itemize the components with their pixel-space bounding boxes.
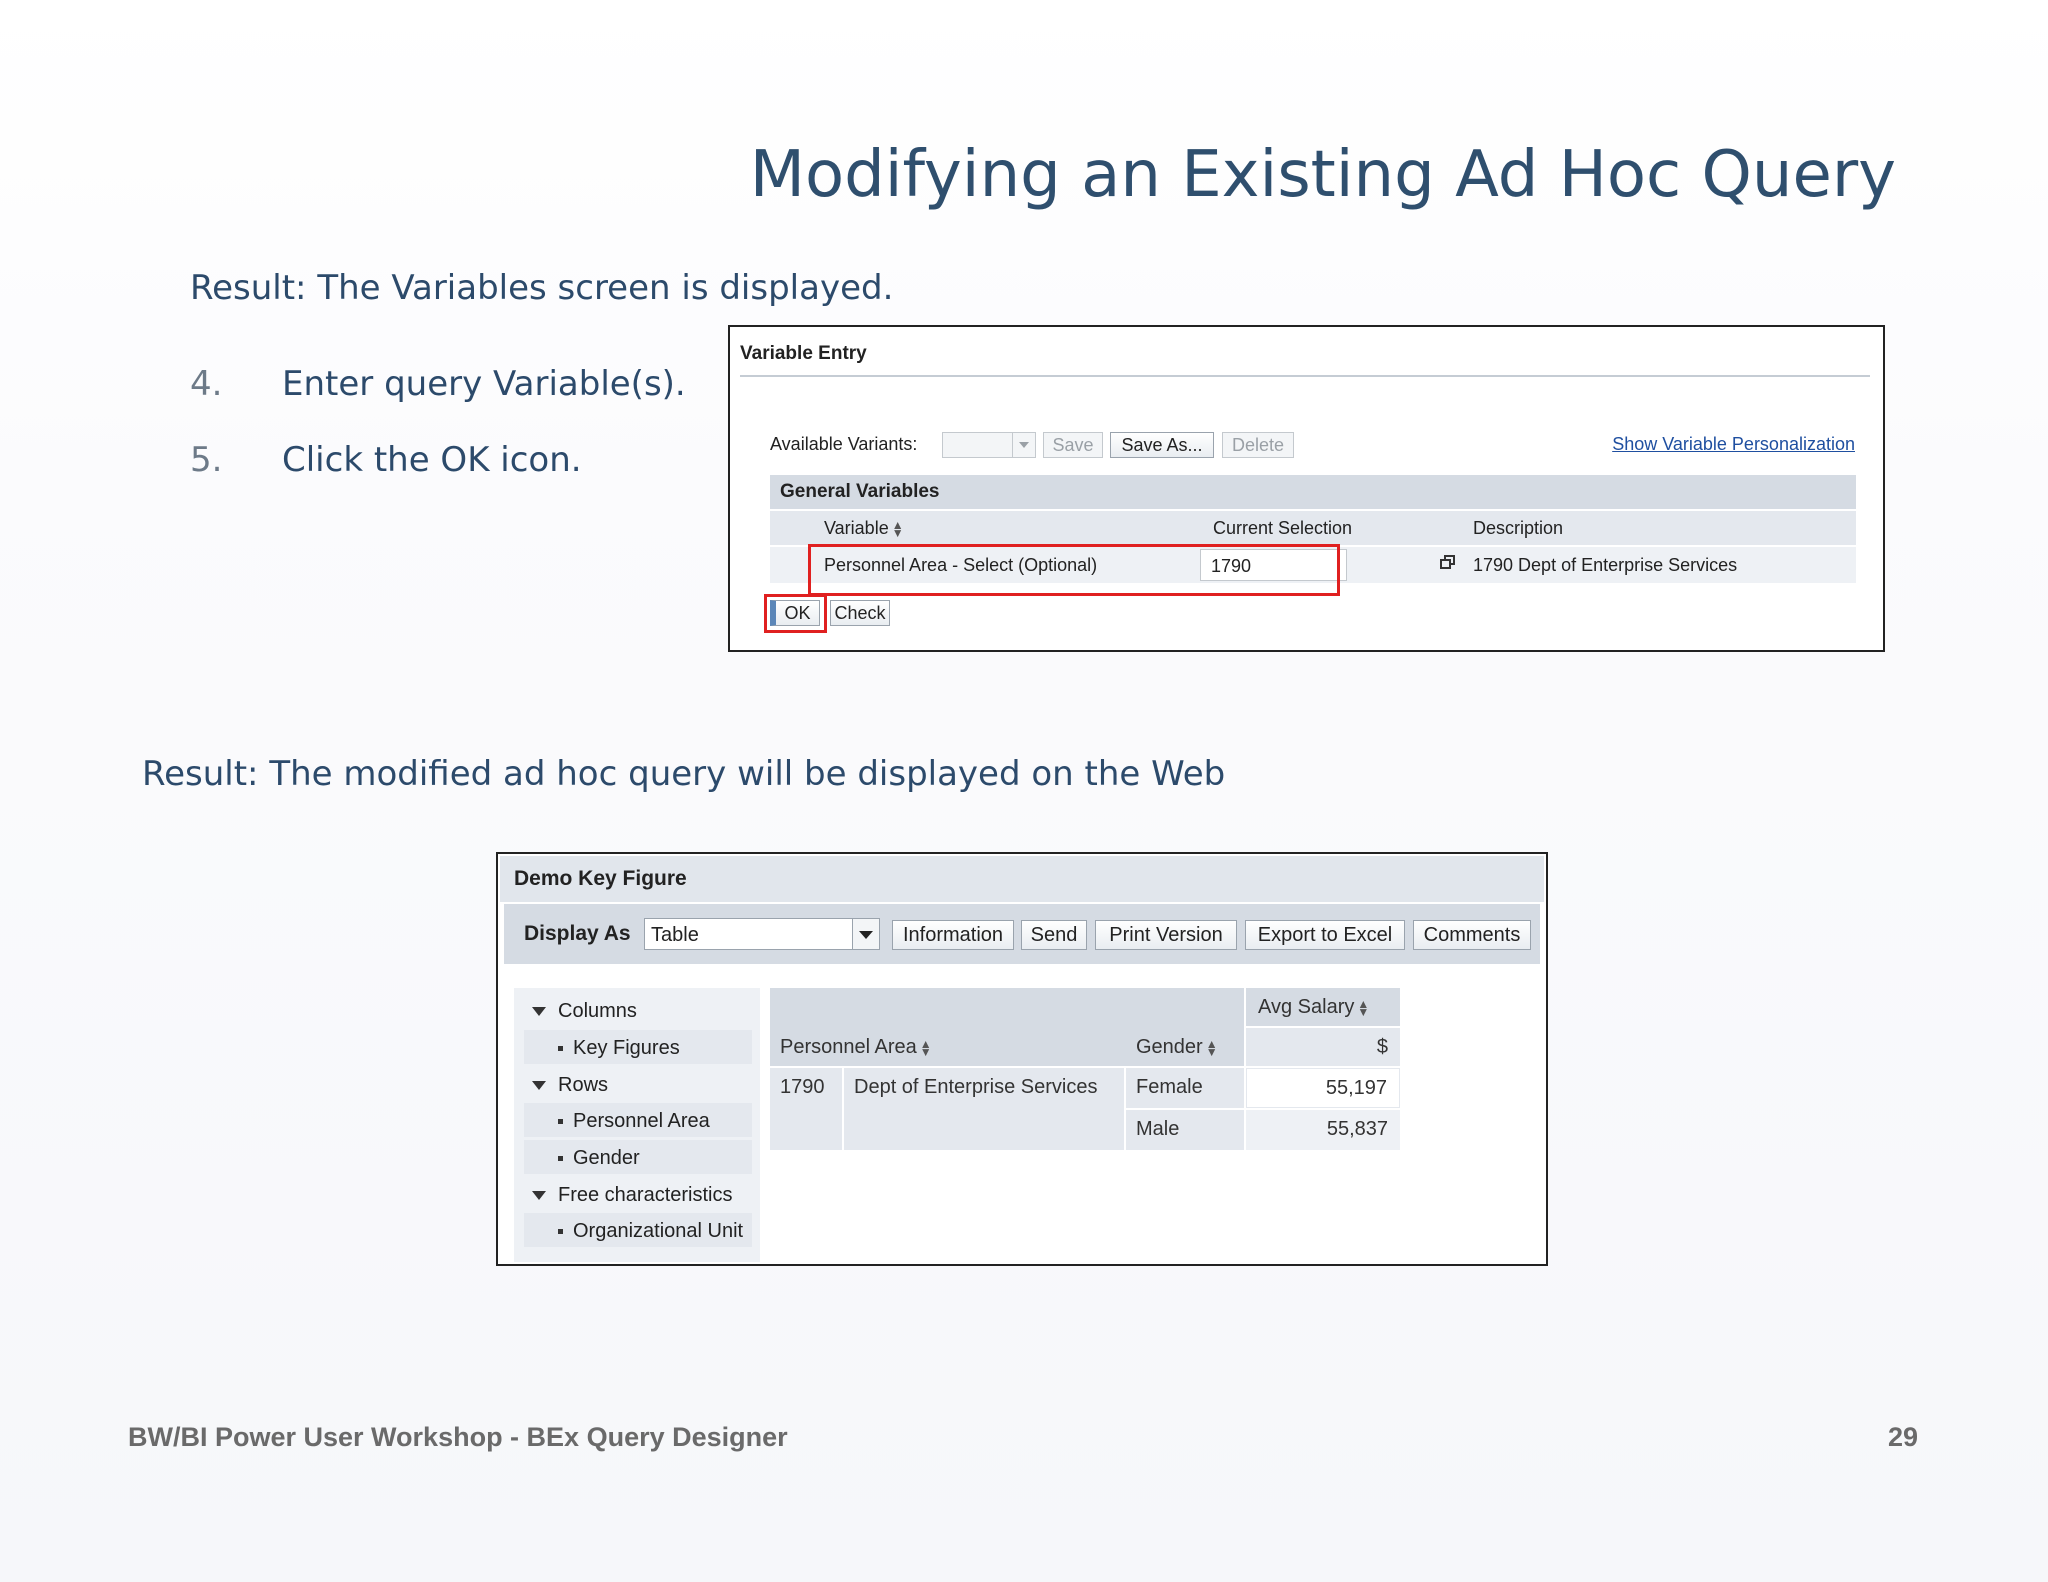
sort-icon[interactable]: ▲ ▼ [1357, 998, 1369, 1018]
header-personnel-area[interactable]: Personnel Area ▲ ▼ [780, 1036, 932, 1059]
report-title: Demo Key Figure [514, 867, 687, 890]
results-table: Avg Salary ▲ ▼ Personnel Area ▲ ▼ Gender ▲ ▼ $… [770, 988, 1400, 1150]
navigation-pane: Columns Key Figures Rows Personnel Area … [514, 988, 760, 1262]
row-gender: Male [1126, 1110, 1244, 1150]
send-button[interactable]: Send [1021, 920, 1087, 950]
highlight-box [808, 544, 1340, 596]
nav-columns[interactable]: Columns [532, 1000, 637, 1023]
slide-title: Modifying an Existing Ad Hoc Query [749, 138, 1896, 212]
columns-header-row: Variable ▲ ▼ Current Selection Description [770, 511, 1856, 545]
nav-key-figures[interactable]: Key Figures [524, 1030, 752, 1064]
information-button[interactable]: Information [892, 920, 1014, 950]
variable-entry-panel: Variable Entry Available Variants: Save … [728, 325, 1885, 652]
report-panel: Demo Key Figure Display As Table Informa… [496, 852, 1548, 1266]
header-unit: $ [1246, 1028, 1400, 1066]
page-number: 29 [1888, 1422, 1919, 1452]
export-to-excel-button[interactable]: Export to Excel [1245, 920, 1405, 950]
save-as-button[interactable]: Save As... [1110, 432, 1214, 458]
row-area-code: 1790 [770, 1068, 842, 1150]
variable-description: 1790 Dept of Enterprise Services [1473, 555, 1738, 575]
display-as-select[interactable]: Table [644, 918, 880, 950]
nav-personnel-area[interactable]: Personnel Area [524, 1103, 752, 1137]
title-divider [740, 375, 1870, 377]
step-text: Click the OK icon. [282, 440, 582, 480]
collapse-icon[interactable] [532, 1007, 546, 1017]
delete-button[interactable]: Delete [1222, 432, 1294, 458]
row-value: 55,197 [1246, 1068, 1400, 1108]
report-toolbar: Display As Table Information Send Print … [504, 904, 1540, 964]
value-help-icon[interactable] [1440, 555, 1456, 569]
available-variants-label: Available Variants: [770, 434, 918, 454]
sort-icon[interactable]: ▲ ▼ [1206, 1038, 1218, 1058]
general-variables-header: General Variables [770, 475, 1856, 509]
chevron-down-icon [852, 919, 879, 949]
header-avg-salary[interactable]: Avg Salary ▲ ▼ [1246, 988, 1400, 1026]
nav-organizational-unit[interactable]: Organizational Unit [524, 1213, 752, 1247]
comments-button[interactable]: Comments [1413, 920, 1531, 950]
print-version-button[interactable]: Print Version [1095, 920, 1237, 950]
step-number: 5. [190, 440, 223, 480]
row-area-name: Dept of Enterprise Services [844, 1068, 1124, 1150]
header-gender[interactable]: Gender ▲ ▼ [1136, 1036, 1218, 1059]
column-description: Description [1473, 518, 1564, 538]
variants-dropdown[interactable] [942, 432, 1036, 458]
check-button[interactable]: Check [830, 600, 890, 626]
row-gender: Female [1126, 1068, 1244, 1108]
collapse-icon[interactable] [532, 1191, 546, 1201]
variable-entry-title: Variable Entry [740, 343, 867, 364]
sort-icon[interactable]: ▲ ▼ [892, 519, 904, 539]
show-variable-personalization-link[interactable]: Show Variable Personalization [1612, 434, 1855, 455]
report-title-bar: Demo Key Figure [500, 856, 1544, 902]
step-text: Enter query Variable(s). [282, 364, 686, 404]
footer-text: BW/BI Power User Workshop - BEx Query De… [128, 1422, 788, 1452]
column-current-selection: Current Selection [1213, 518, 1353, 538]
step-number: 4. [190, 364, 223, 404]
sort-icon[interactable]: ▲ ▼ [920, 1038, 932, 1058]
save-button[interactable]: Save [1043, 432, 1103, 458]
collapse-icon[interactable] [532, 1081, 546, 1091]
display-as-label: Display As [524, 922, 631, 945]
general-variables-title: General Variables [780, 481, 940, 502]
result-text-1: Result: The Variables screen is displaye… [190, 268, 894, 308]
result-text-2: Result: The modified ad hoc query will b… [142, 754, 1226, 794]
chevron-down-icon [1012, 433, 1035, 457]
nav-gender[interactable]: Gender [524, 1140, 752, 1174]
nav-rows[interactable]: Rows [532, 1074, 608, 1097]
ok-highlight-box [764, 594, 827, 633]
nav-free-characteristics[interactable]: Free characteristics [532, 1184, 733, 1207]
row-value: 55,837 [1246, 1110, 1400, 1150]
column-variable[interactable]: Variable ▲ ▼ [824, 518, 904, 539]
